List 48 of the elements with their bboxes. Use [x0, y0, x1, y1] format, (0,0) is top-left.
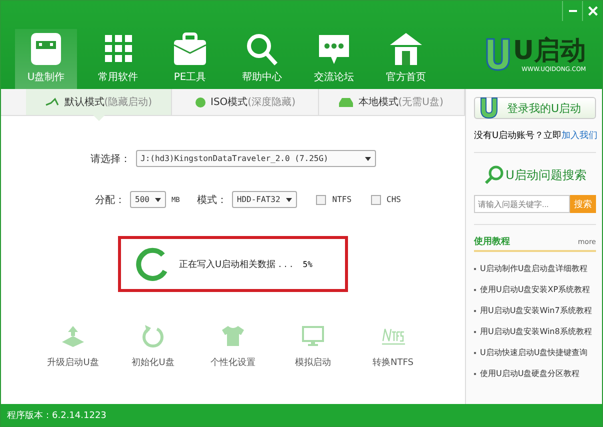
shirt-icon	[220, 324, 246, 348]
search-title: U启动问题搜索	[506, 166, 586, 184]
nav-tab[interactable]: 官方首页	[375, 29, 437, 89]
close-icon	[588, 6, 598, 16]
tool-button[interactable]: 升级启动U盘	[43, 324, 103, 369]
alloc-dropdown[interactable]: 500	[130, 191, 166, 208]
tutorial-link[interactable]: 使用U启动U盘安装XP系统教程	[480, 284, 590, 295]
tool-button[interactable]: 个性化设置	[203, 324, 263, 369]
drive-icon	[339, 98, 354, 106]
nav-tab[interactable]: 常用软件	[87, 29, 149, 89]
tutorial-link[interactable]: U启动制作U盘启动盘详细教程	[480, 263, 588, 274]
briefcase-icon	[171, 31, 209, 67]
nodes-icon	[45, 97, 60, 107]
nav-tab[interactable]: 交流论坛	[303, 29, 365, 89]
mode-dropdown[interactable]: HDD-FAT32	[232, 191, 298, 208]
tool-button[interactable]: 模拟启动	[283, 324, 343, 369]
tutorial-link[interactable]: 用U启动U盘安装Win7系统教程	[480, 305, 592, 316]
tool-button[interactable]: 初始化U盘	[123, 324, 183, 369]
drive-dropdown[interactable]: J:(hd3)KingstonDataTraveler_2.0 (7.25G)	[136, 150, 376, 167]
progress-percent: 5%	[302, 260, 312, 268]
spinner-icon	[135, 247, 169, 281]
monitor-icon	[300, 324, 326, 348]
drive-label: 请选择：	[90, 152, 130, 166]
version-text: 程序版本：6.2.14.1223	[7, 410, 106, 422]
signup-prompt: 没有U启动账号？立即	[474, 131, 562, 141]
circle-icon	[194, 96, 206, 108]
search-field[interactable]: 请输入问题关键字...	[474, 195, 570, 213]
join-link[interactable]: 加入我们	[562, 131, 598, 141]
search-icon	[484, 165, 504, 185]
option-checkbox[interactable]: NTFS	[316, 194, 352, 204]
tool-button[interactable]: 转换NTFS	[363, 324, 423, 369]
logo-name: U启动	[512, 36, 586, 66]
option-checkbox[interactable]: CHS	[370, 194, 401, 204]
nav-tab[interactable]: 帮助中心	[231, 29, 293, 89]
progress-message: 正在写入U启动相关数据 . . .	[179, 258, 293, 270]
upload-icon	[60, 324, 86, 348]
refresh-icon	[140, 324, 166, 348]
login-button[interactable]: 登录我的U启动	[474, 97, 596, 119]
alloc-label: 分配：	[95, 194, 126, 206]
tutorial-link[interactable]: U启动快速启动U盘快捷键查询	[480, 347, 588, 358]
section-title: 使用教程	[474, 236, 510, 248]
tutorial-link[interactable]: 使用U启动U盘硬盘分区教程	[480, 368, 580, 379]
tutorial-link[interactable]: 用U启动U盘安装Win8系统教程	[480, 326, 592, 337]
mode-tab[interactable]: ISO模式(深度隐藏)	[172, 89, 319, 115]
mode-label: 模式：	[196, 194, 227, 206]
nav-tab[interactable]: PE工具	[159, 29, 221, 89]
logo-u-icon	[479, 97, 499, 119]
mode-tab[interactable]: 本地模式(无需U盘)	[318, 89, 465, 115]
